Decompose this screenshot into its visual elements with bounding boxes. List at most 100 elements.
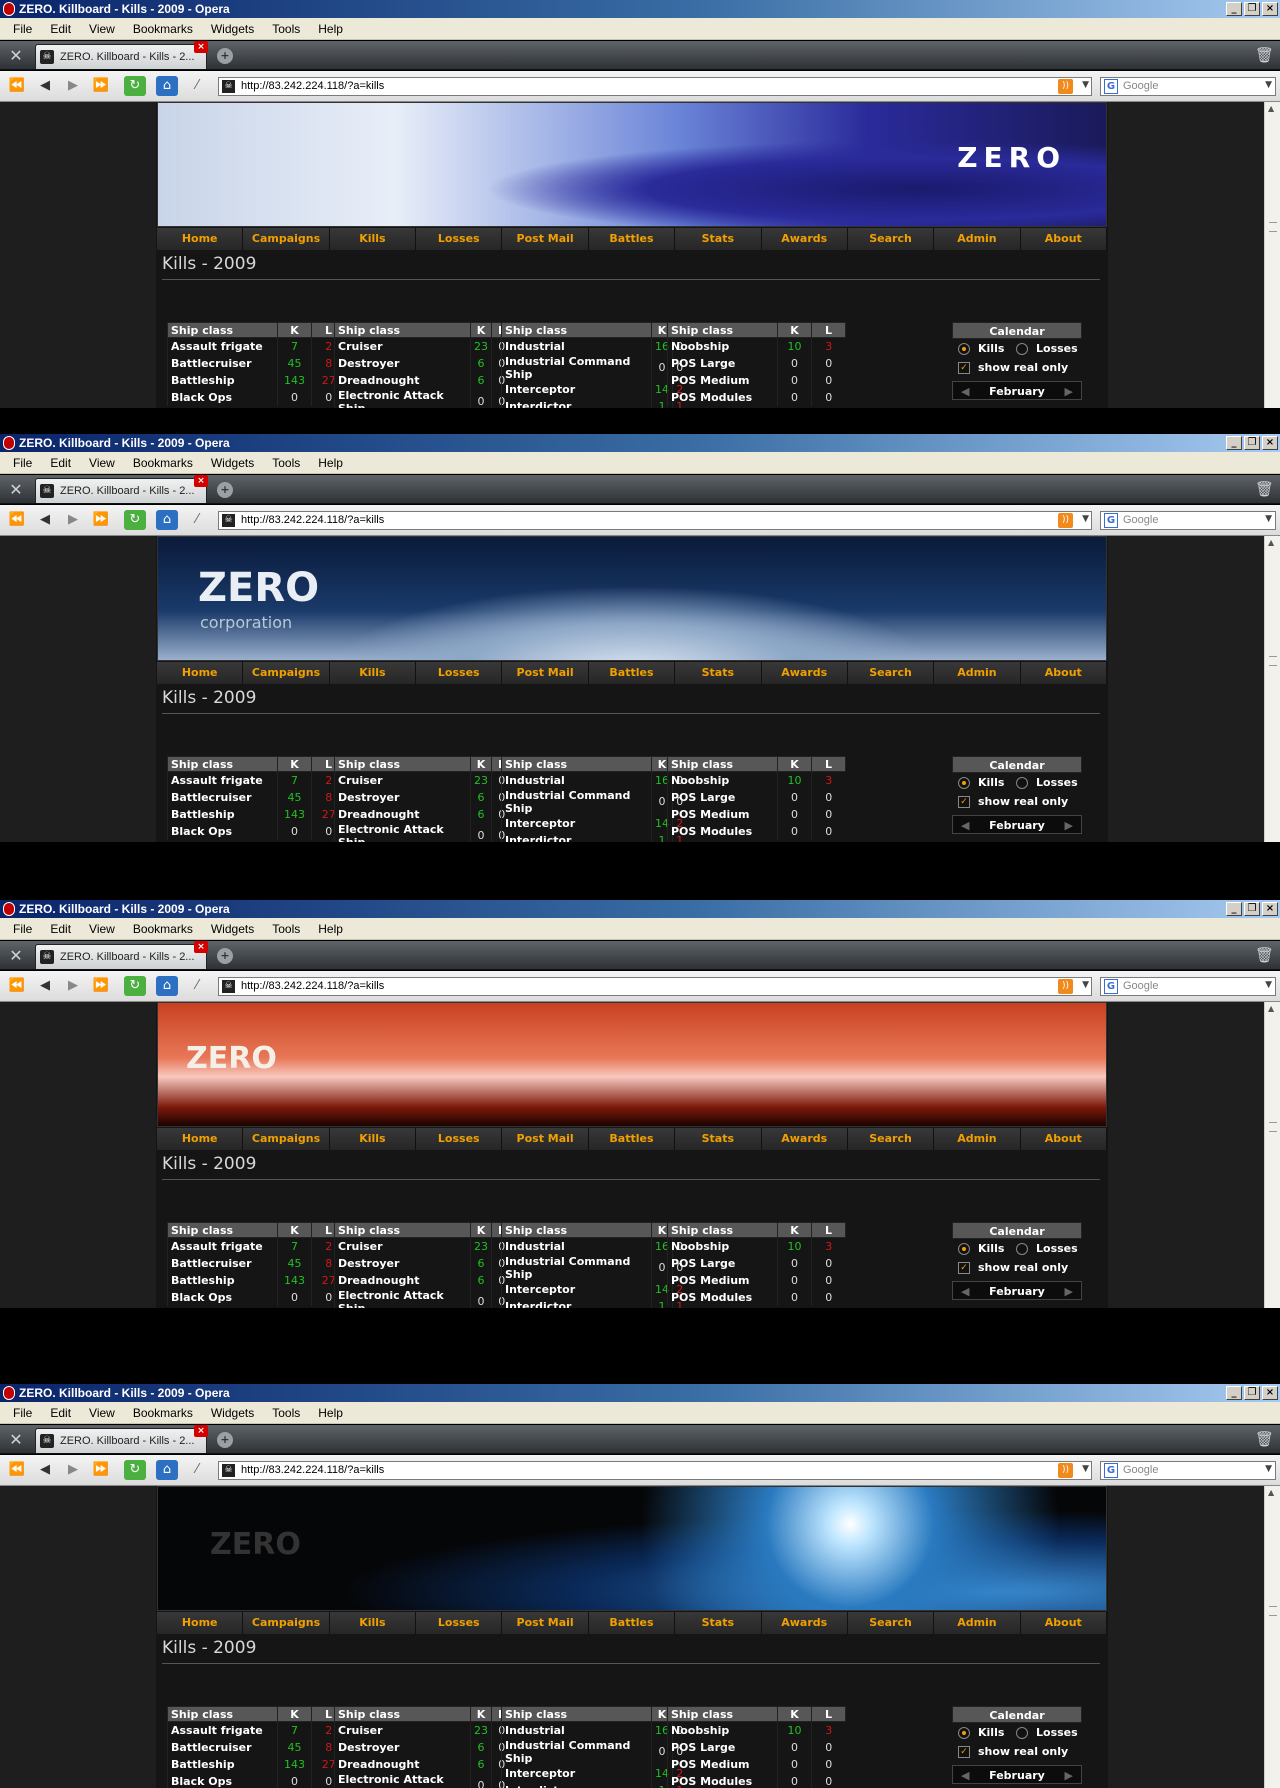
- table-row[interactable]: Black Ops 0 0: [167, 388, 346, 406]
- ship-class-link[interactable]: Noobship: [667, 771, 778, 789]
- ship-class-link[interactable]: Destroyer: [334, 788, 471, 806]
- google-icon[interactable]: G: [1104, 979, 1118, 994]
- ship-class-link[interactable]: Interdictor: [501, 1781, 652, 1788]
- ship-class-link[interactable]: Battlecruiser: [167, 354, 278, 372]
- table-row[interactable]: Cruiser 23 0: [334, 337, 512, 355]
- ship-class-link[interactable]: Cruiser: [334, 337, 471, 355]
- ship-class-link[interactable]: Interceptor: [501, 814, 652, 832]
- table-row[interactable]: Assault frigate 7 2: [167, 1237, 346, 1255]
- nav-campaigns[interactable]: Campaigns: [243, 228, 330, 250]
- next-month-icon[interactable]: ▶: [1065, 382, 1073, 401]
- back-arrow-icon[interactable]: ◀: [34, 510, 56, 530]
- table-row[interactable]: Interceptor 14 2: [501, 814, 687, 832]
- ship-class-link[interactable]: POS Large: [667, 788, 778, 806]
- nav-post-mail[interactable]: Post Mail: [502, 228, 589, 250]
- url-field[interactable]: ☠ http://83.242.224.118/?a=kills )) ▼: [218, 77, 1092, 96]
- ship-class-link[interactable]: Industrial Command Ship: [501, 354, 652, 381]
- menu-help[interactable]: Help: [309, 922, 352, 936]
- tab-killboard[interactable]: ☠ ZERO. Killboard - Kills - 2... ×: [35, 1425, 208, 1453]
- scroll-up-icon[interactable]: ▲: [1268, 104, 1274, 113]
- new-tab-icon[interactable]: +: [217, 948, 233, 964]
- ship-class-link[interactable]: Destroyer: [334, 1254, 471, 1272]
- nav-home[interactable]: Home: [157, 662, 244, 684]
- table-row[interactable]: Industrial 16 0: [501, 771, 687, 789]
- nav-home[interactable]: Home: [157, 1612, 244, 1634]
- restore-button[interactable]: ❐: [1244, 902, 1260, 916]
- menu-widgets[interactable]: Widgets: [202, 1406, 263, 1420]
- table-row[interactable]: Electronic Attack Ship00: [334, 822, 512, 842]
- ship-class-link[interactable]: Battleship: [167, 805, 278, 823]
- chevron-down-icon[interactable]: ▼: [1265, 514, 1272, 524]
- menu-view[interactable]: View: [80, 456, 124, 470]
- menu-widgets[interactable]: Widgets: [202, 922, 263, 936]
- next-month-icon[interactable]: ▶: [1065, 816, 1073, 835]
- home-icon[interactable]: ⌂: [156, 76, 178, 96]
- google-icon[interactable]: G: [1104, 79, 1118, 94]
- real-only-checkbox[interactable]: ✓: [958, 1262, 970, 1274]
- table-row[interactable]: Industrial Command Ship 0 0: [501, 1254, 687, 1281]
- table-row[interactable]: Interdictor11: [501, 1781, 687, 1788]
- table-row[interactable]: Interceptor 14 2: [501, 1280, 687, 1298]
- nav-search[interactable]: Search: [847, 1612, 935, 1634]
- ship-class-link[interactable]: Noobship: [667, 1721, 778, 1739]
- kills-radio[interactable]: [958, 343, 970, 355]
- tab-killboard[interactable]: ☠ ZERO. Killboard - Kills - 2... ×: [35, 941, 208, 969]
- tools-icon[interactable]: ✕: [4, 945, 28, 967]
- nav-losses[interactable]: Losses: [416, 228, 503, 250]
- losses-radio[interactable]: [1016, 1727, 1028, 1739]
- table-row[interactable]: POS Medium 0 0: [667, 1755, 846, 1773]
- google-icon[interactable]: G: [1104, 513, 1118, 528]
- ship-class-link[interactable]: POS Modules: [667, 822, 778, 840]
- search-field[interactable]: G Google ▼: [1100, 511, 1276, 530]
- forward-arrow-icon[interactable]: ▶: [62, 976, 84, 996]
- search-field[interactable]: G Google ▼: [1100, 77, 1276, 96]
- close-button[interactable]: ×: [1262, 2, 1278, 16]
- chevron-down-icon[interactable]: ▼: [1082, 1464, 1089, 1474]
- menu-widgets[interactable]: Widgets: [202, 22, 263, 36]
- ship-class-link[interactable]: POS Medium: [667, 805, 778, 823]
- ship-class-link[interactable]: Assault frigate: [167, 1237, 278, 1255]
- nav-admin[interactable]: Admin: [934, 228, 1021, 250]
- table-row[interactable]: POS Large 0 0: [667, 788, 846, 806]
- nav-battles[interactable]: Battles: [588, 228, 676, 250]
- table-row[interactable]: POS Modules 0 0: [667, 1772, 846, 1788]
- nav-admin[interactable]: Admin: [934, 1128, 1021, 1150]
- table-row[interactable]: Battlecruiser 45 8: [167, 1254, 346, 1272]
- ship-class-link[interactable]: Interdictor: [501, 831, 652, 842]
- nav-battles[interactable]: Battles: [588, 662, 676, 684]
- wand-icon[interactable]: ⁄: [186, 1460, 208, 1480]
- chevron-down-icon[interactable]: ▼: [1265, 1464, 1272, 1474]
- nav-awards[interactable]: Awards: [761, 1612, 848, 1634]
- forward-arrow-icon[interactable]: ▶: [62, 1460, 84, 1480]
- rss-icon[interactable]: )): [1058, 1463, 1073, 1478]
- back-arrow-icon[interactable]: ◀: [34, 976, 56, 996]
- table-row[interactable]: POS Modules 0 0: [667, 388, 846, 406]
- ship-class-link[interactable]: POS Large: [667, 1738, 778, 1756]
- table-row[interactable]: Destroyer 6 0: [334, 354, 512, 372]
- nav-kills[interactable]: Kills: [329, 1612, 417, 1634]
- table-row[interactable]: Assault frigate 7 2: [167, 771, 346, 789]
- ship-class-link[interactable]: Cruiser: [334, 1237, 471, 1255]
- minimize-button[interactable]: _: [1226, 2, 1242, 16]
- ship-class-link[interactable]: Dreadnought: [334, 1271, 471, 1289]
- ship-class-link[interactable]: Dreadnought: [334, 805, 471, 823]
- ship-class-link[interactable]: Black Ops: [167, 822, 278, 840]
- forward-arrow-icon[interactable]: ▶: [62, 510, 84, 530]
- nav-kills[interactable]: Kills: [329, 662, 417, 684]
- ship-class-link[interactable]: Battlecruiser: [167, 1254, 278, 1272]
- ship-class-link[interactable]: Electronic Attack Ship: [334, 1772, 471, 1788]
- url-field[interactable]: ☠ http://83.242.224.118/?a=kills )) ▼: [218, 977, 1092, 996]
- nav-home[interactable]: Home: [157, 1128, 244, 1150]
- table-row[interactable]: Destroyer 6 0: [334, 1254, 512, 1272]
- menu-widgets[interactable]: Widgets: [202, 456, 263, 470]
- table-row[interactable]: Cruiser 23 0: [334, 1721, 512, 1739]
- menu-bookmarks[interactable]: Bookmarks: [124, 456, 202, 470]
- table-row[interactable]: Industrial Command Ship 0 0: [501, 354, 687, 381]
- real-only-checkbox[interactable]: ✓: [958, 362, 970, 374]
- tools-icon[interactable]: ✕: [4, 45, 28, 67]
- close-tab-icon[interactable]: ×: [194, 941, 208, 953]
- ship-class-link[interactable]: Interceptor: [501, 1280, 652, 1298]
- nav-search[interactable]: Search: [847, 1128, 935, 1150]
- vertical-scrollbar[interactable]: ▲: [1264, 1486, 1280, 1788]
- ship-class-link[interactable]: Cruiser: [334, 1721, 471, 1739]
